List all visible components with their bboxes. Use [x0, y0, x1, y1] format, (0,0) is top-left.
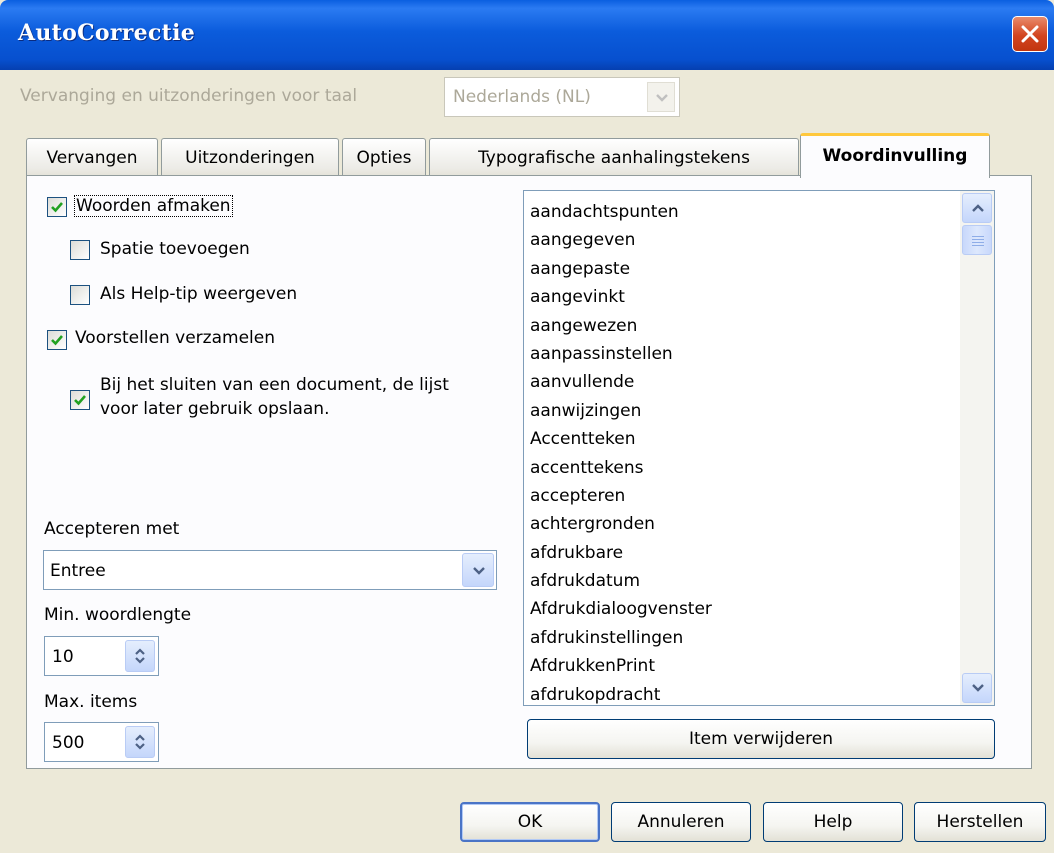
word-list-item[interactable]: afdrukdatum — [530, 567, 712, 595]
tab-word-completion[interactable]: Woordinvulling — [800, 133, 990, 178]
checkmark-icon — [51, 202, 63, 213]
word-list-item[interactable]: aangepaste — [530, 255, 712, 283]
word-list-item[interactable]: aangevinkt — [530, 283, 712, 311]
word-list-item[interactable]: Afdrukdialoogvenster — [530, 595, 712, 623]
max-entries-spinner[interactable]: 500 — [44, 722, 159, 762]
tab-word-completion-label: Woordinvulling — [822, 146, 968, 166]
tab-exceptions-label: Uitzonderingen — [185, 148, 315, 168]
chevron-down-icon — [656, 94, 668, 102]
scroll-thumb[interactable] — [962, 225, 992, 255]
accept-with-dropdown-button[interactable] — [462, 553, 494, 587]
tab-options-label: Opties — [356, 148, 412, 168]
min-word-length-value: 10 — [52, 647, 74, 667]
complete-words-label[interactable]: Woorden afmaken — [74, 195, 233, 217]
tab-replace-label: Vervangen — [46, 148, 138, 168]
append-space-checkbox[interactable] — [70, 240, 90, 260]
tab-exceptions[interactable]: Uitzonderingen — [161, 138, 339, 176]
window-title: AutoCorrectie — [18, 20, 196, 46]
word-list-item[interactable]: afdrukinstellingen — [530, 624, 712, 652]
tab-localized-options[interactable]: Typografische aanhalingstekens — [429, 138, 799, 176]
keep-list-label-line2[interactable]: voor later gebruik opslaan. — [100, 399, 329, 419]
word-list-item[interactable]: aangewezen — [530, 312, 712, 340]
min-word-length-spinner[interactable]: 10 — [44, 636, 159, 676]
word-list-item[interactable]: aanwijzingen — [530, 397, 712, 425]
tab-localized-options-label: Typografische aanhalingstekens — [478, 148, 750, 168]
word-list-item[interactable]: Accentteken — [530, 425, 712, 453]
word-list-scrollbar[interactable] — [960, 191, 994, 705]
word-list-item[interactable]: AfdrukkenPrint — [530, 652, 712, 680]
word-list-items: aandachtspunten aangegeven aangepaste aange… — [530, 198, 712, 705]
ok-button[interactable]: OK — [460, 802, 600, 842]
word-list-item[interactable]: accepteren — [530, 482, 712, 510]
autocorrect-dialog: AutoCorrectie Vervanging en uitzondering… — [0, 0, 1054, 853]
title-bar[interactable]: AutoCorrectie — [0, 0, 1054, 70]
language-label: Vervanging en uitzonderingen voor taal — [20, 86, 357, 106]
close-button[interactable] — [1012, 16, 1048, 52]
min-word-length-label: Min. woordlengte — [44, 605, 192, 625]
reset-button[interactable]: Herstellen — [914, 802, 1046, 842]
show-as-tip-label[interactable]: Als Help-tip weergeven — [100, 284, 297, 304]
delete-entry-button[interactable]: Item verwijderen — [527, 719, 995, 759]
help-button[interactable]: Help — [763, 802, 903, 842]
word-list-item[interactable]: afdrukbare — [530, 539, 712, 567]
scroll-down-button[interactable] — [962, 673, 992, 703]
language-select[interactable]: Nederlands (NL) — [444, 77, 680, 117]
chevron-down-icon — [972, 684, 984, 692]
language-label-text: Vervanging en uitzonderingen voor taal — [20, 86, 358, 106]
cancel-label: Annuleren — [637, 812, 725, 832]
help-label: Help — [813, 812, 853, 832]
word-list-item[interactable]: aanvullende — [530, 368, 712, 396]
accept-with-select[interactable]: Entree — [43, 550, 497, 590]
min-word-length-spin-buttons[interactable] — [125, 640, 155, 672]
collect-words-label[interactable]: Voorstellen verzamelen — [75, 328, 275, 348]
close-icon — [1021, 25, 1039, 43]
word-list-item[interactable]: afdrukopdracht — [530, 681, 712, 705]
tab-replace[interactable]: Vervangen — [26, 138, 158, 176]
show-as-tip-checkbox[interactable] — [70, 285, 90, 305]
collect-words-checkbox[interactable] — [47, 330, 67, 350]
language-value: Nederlands (NL) — [453, 87, 591, 107]
word-list-item[interactable]: accenttekens — [530, 454, 712, 482]
cancel-button[interactable]: Annuleren — [611, 802, 751, 842]
language-dropdown-button[interactable] — [647, 82, 675, 112]
word-list-item[interactable]: aangegeven — [530, 226, 712, 254]
checkmark-icon — [51, 335, 63, 346]
spin-updown-icon — [135, 648, 145, 664]
word-list-item[interactable]: aandachtspunten — [530, 198, 712, 226]
accept-with-label: Accepteren met — [44, 519, 180, 539]
keep-list-checkbox[interactable] — [70, 390, 90, 410]
chevron-up-icon — [972, 204, 984, 212]
complete-words-checkbox[interactable] — [47, 197, 67, 217]
tab-options[interactable]: Opties — [342, 138, 426, 176]
max-entries-value: 500 — [52, 733, 85, 753]
max-entries-spin-buttons[interactable] — [125, 726, 155, 758]
max-entries-label: Max. items — [44, 692, 138, 712]
keep-list-label-line1[interactable]: Bij het sluiten van een document, de lij… — [100, 375, 449, 395]
checkmark-icon — [74, 395, 86, 406]
word-list-item[interactable]: achtergronden — [530, 510, 712, 538]
word-list[interactable]: aandachtspunten aangegeven aangepaste aange… — [523, 190, 995, 706]
accept-with-value: Entree — [50, 561, 106, 581]
delete-entry-label: Item verwijderen — [688, 729, 834, 749]
ok-label: OK — [517, 812, 543, 832]
append-space-label[interactable]: Spatie toevoegen — [100, 239, 250, 259]
chevron-down-icon — [473, 567, 485, 575]
spin-updown-icon — [135, 734, 145, 750]
word-list-item[interactable]: aanpassinstellen — [530, 340, 712, 368]
reset-label: Herstellen — [936, 812, 1024, 832]
scroll-up-button[interactable] — [962, 193, 992, 223]
